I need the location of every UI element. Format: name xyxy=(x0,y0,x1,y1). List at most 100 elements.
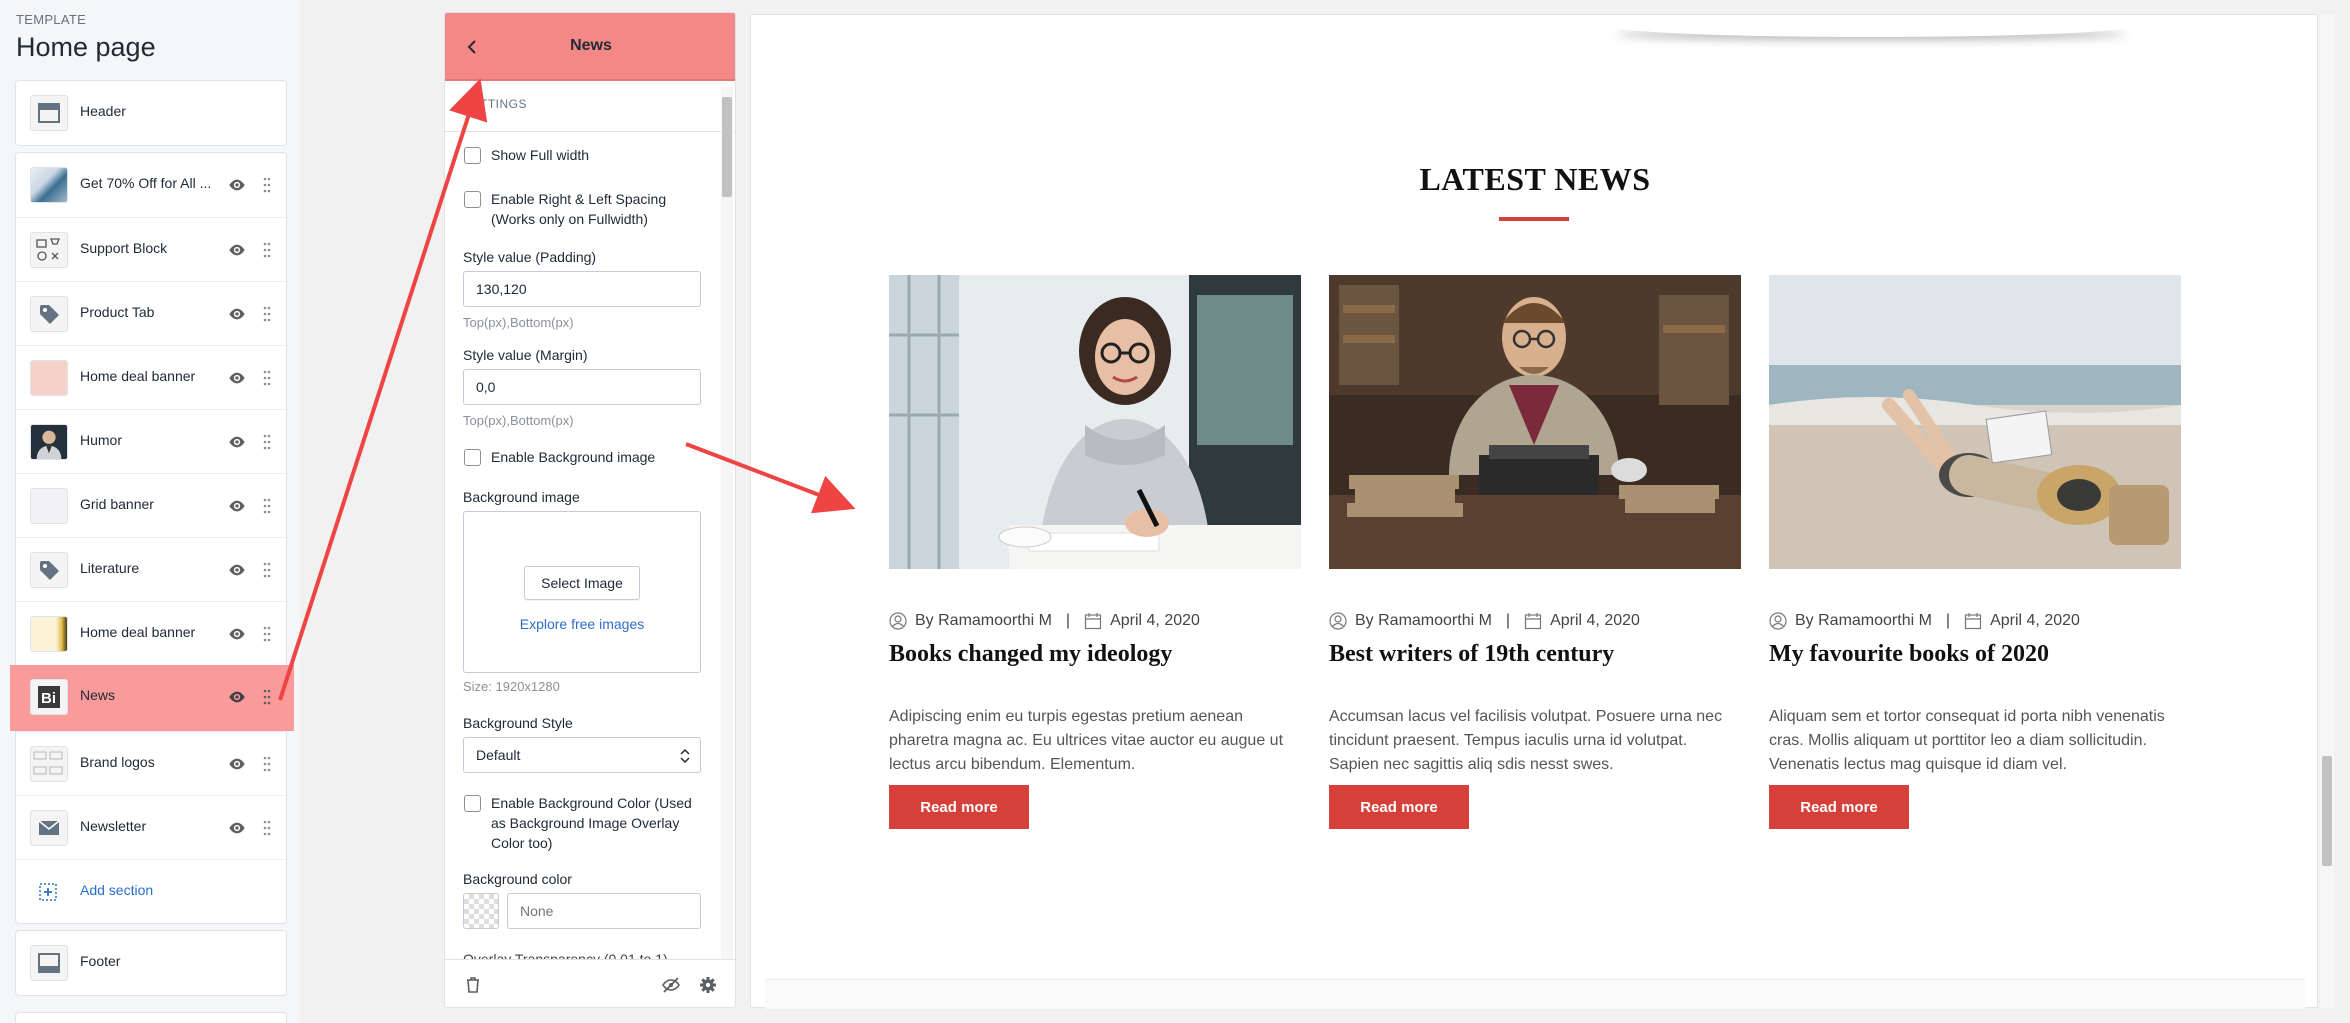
header-layout-icon xyxy=(30,95,68,131)
header-card[interactable]: Header xyxy=(15,80,287,146)
show-full-width-label: Show Full width xyxy=(491,147,590,163)
section-item[interactable]: Support Block xyxy=(16,217,288,281)
post-meta: By Ramamoorthi M | April 4, 2020 xyxy=(1769,611,2080,631)
hide-eye-icon[interactable] xyxy=(661,976,681,994)
eye-icon[interactable] xyxy=(228,241,246,259)
panel-scrollbar-thumb[interactable] xyxy=(722,97,732,197)
banner-thumbnail xyxy=(30,616,68,652)
storefront-preview: LATEST NEWS By Ramamoorthi M | April 4, … xyxy=(750,14,2318,1009)
section-item[interactable]: Brand logos xyxy=(16,731,288,795)
drag-handle-icon[interactable] xyxy=(262,240,272,260)
footer-layout-icon xyxy=(30,945,68,981)
drag-handle-icon[interactable] xyxy=(262,175,272,195)
section-item-news[interactable]: Bi News xyxy=(10,665,294,731)
enable-spacing-checkbox[interactable] xyxy=(464,191,481,208)
latest-news-heading: LATEST NEWS xyxy=(1419,161,1651,197)
drag-handle-icon[interactable] xyxy=(262,560,272,580)
select-image-button[interactable]: Select Image xyxy=(524,566,640,600)
drag-handle-icon[interactable] xyxy=(262,304,272,324)
bg-color-swatch[interactable] xyxy=(463,893,499,929)
post-excerpt: Accumsan lacus vel facilisis volutpat. P… xyxy=(1329,708,1723,773)
panel-footer xyxy=(445,959,735,1007)
drag-handle-icon[interactable] xyxy=(262,818,272,838)
eye-icon[interactable] xyxy=(228,688,246,706)
drag-handle-icon[interactable] xyxy=(262,754,272,774)
header-row[interactable]: Header xyxy=(16,81,288,145)
eye-icon[interactable] xyxy=(228,561,246,579)
show-full-width-checkbox[interactable] xyxy=(464,147,481,164)
footer-row[interactable]: Footer xyxy=(16,931,288,995)
user-icon xyxy=(1329,612,1347,630)
post-title[interactable]: My favourite books of 2020 xyxy=(1769,641,2049,668)
section-item[interactable]: Humor xyxy=(16,409,288,473)
section-item[interactable]: Get 70% Off for All ... xyxy=(16,153,288,217)
drag-handle-icon[interactable] xyxy=(262,432,272,452)
support-block-icon xyxy=(30,232,68,268)
calendar-icon xyxy=(1524,613,1542,630)
eye-icon[interactable] xyxy=(228,369,246,387)
eye-icon[interactable] xyxy=(228,755,246,773)
explore-free-images-link[interactable]: Explore free images xyxy=(464,616,700,632)
eye-icon[interactable] xyxy=(228,819,246,837)
post-meta: By Ramamoorthi M | April 4, 2020 xyxy=(889,611,1200,631)
post-title[interactable]: Books changed my ideology xyxy=(889,641,1172,668)
panel-title: News xyxy=(570,37,612,54)
bg-color-label: Background color xyxy=(463,871,572,887)
settings-heading: SETTINGS xyxy=(463,97,528,111)
enable-bg-image-label: Enable Background image xyxy=(491,449,656,465)
eye-icon[interactable] xyxy=(228,625,246,643)
read-more-button[interactable]: Read more xyxy=(889,785,1029,829)
enable-bg-image-checkbox[interactable] xyxy=(464,449,481,466)
section-label: Get 70% Off for All ... xyxy=(80,175,212,191)
section-label: Home deal banner xyxy=(80,624,196,640)
section-label: Product Tab xyxy=(80,304,155,320)
enable-bg-color-checkbox[interactable] xyxy=(464,795,481,812)
panel-scrollbar[interactable] xyxy=(721,87,733,959)
post-image-beach-reader[interactable] xyxy=(1769,275,2181,569)
preview-scrollbar-thumb[interactable] xyxy=(2322,756,2332,866)
gear-icon[interactable] xyxy=(699,976,717,994)
brand-logos-thumbnail xyxy=(30,746,68,782)
read-more-button[interactable]: Read more xyxy=(1769,785,1909,829)
post-excerpt: Adipiscing enim eu turpis egestas pretiu… xyxy=(889,708,1284,773)
banner-thumbnail xyxy=(30,360,68,396)
back-chevron-icon[interactable] xyxy=(465,37,479,57)
bg-color-input[interactable] xyxy=(507,893,701,929)
eye-icon[interactable] xyxy=(228,433,246,451)
drag-handle-icon[interactable] xyxy=(262,687,272,707)
footer-card[interactable]: Footer xyxy=(15,930,287,996)
bg-style-select[interactable]: Default xyxy=(463,737,701,773)
read-more-button[interactable]: Read more xyxy=(1329,785,1469,829)
bg-image-picker: Select Image Explore free images xyxy=(463,511,701,673)
padding-input[interactable] xyxy=(463,271,701,307)
post-author: By Ramamoorthi M xyxy=(915,612,1052,629)
add-section-button[interactable]: Add section xyxy=(16,859,288,923)
trash-icon[interactable] xyxy=(465,976,481,994)
post-title[interactable]: Best writers of 19th century xyxy=(1329,641,1614,668)
section-item[interactable]: Grid banner xyxy=(16,473,288,537)
calendar-icon xyxy=(1084,613,1102,630)
meta-separator: | xyxy=(1505,612,1511,629)
section-label: News xyxy=(80,687,116,703)
section-label: Grid banner xyxy=(80,496,154,512)
footer-label: Footer xyxy=(80,953,121,969)
size-hint: Size: 1920x1280 xyxy=(463,679,560,694)
post-image-woman-writing[interactable] xyxy=(889,275,1301,569)
section-item[interactable]: Newsletter xyxy=(16,795,288,859)
drag-handle-icon[interactable] xyxy=(262,496,272,516)
section-item[interactable]: Product Tab xyxy=(16,281,288,345)
eye-icon[interactable] xyxy=(228,176,246,194)
sections-card: Get 70% Off for All ... Support Block Pr… xyxy=(10,152,294,924)
drag-handle-icon[interactable] xyxy=(262,368,272,388)
eye-icon[interactable] xyxy=(228,305,246,323)
section-item[interactable]: Home deal banner xyxy=(16,345,288,409)
drag-handle-icon[interactable] xyxy=(262,624,272,644)
section-label: Home deal banner xyxy=(80,368,196,384)
eye-icon[interactable] xyxy=(228,497,246,515)
overlay-transparency-label: Overlay Transparency (0.01 to 1) xyxy=(463,951,668,959)
section-item[interactable]: Home deal banner xyxy=(16,601,288,665)
margin-input[interactable] xyxy=(463,369,701,405)
section-item[interactable]: Literature xyxy=(16,537,288,601)
post-image-man-typewriter[interactable] xyxy=(1329,275,1741,569)
heading-underline xyxy=(1499,217,1569,221)
